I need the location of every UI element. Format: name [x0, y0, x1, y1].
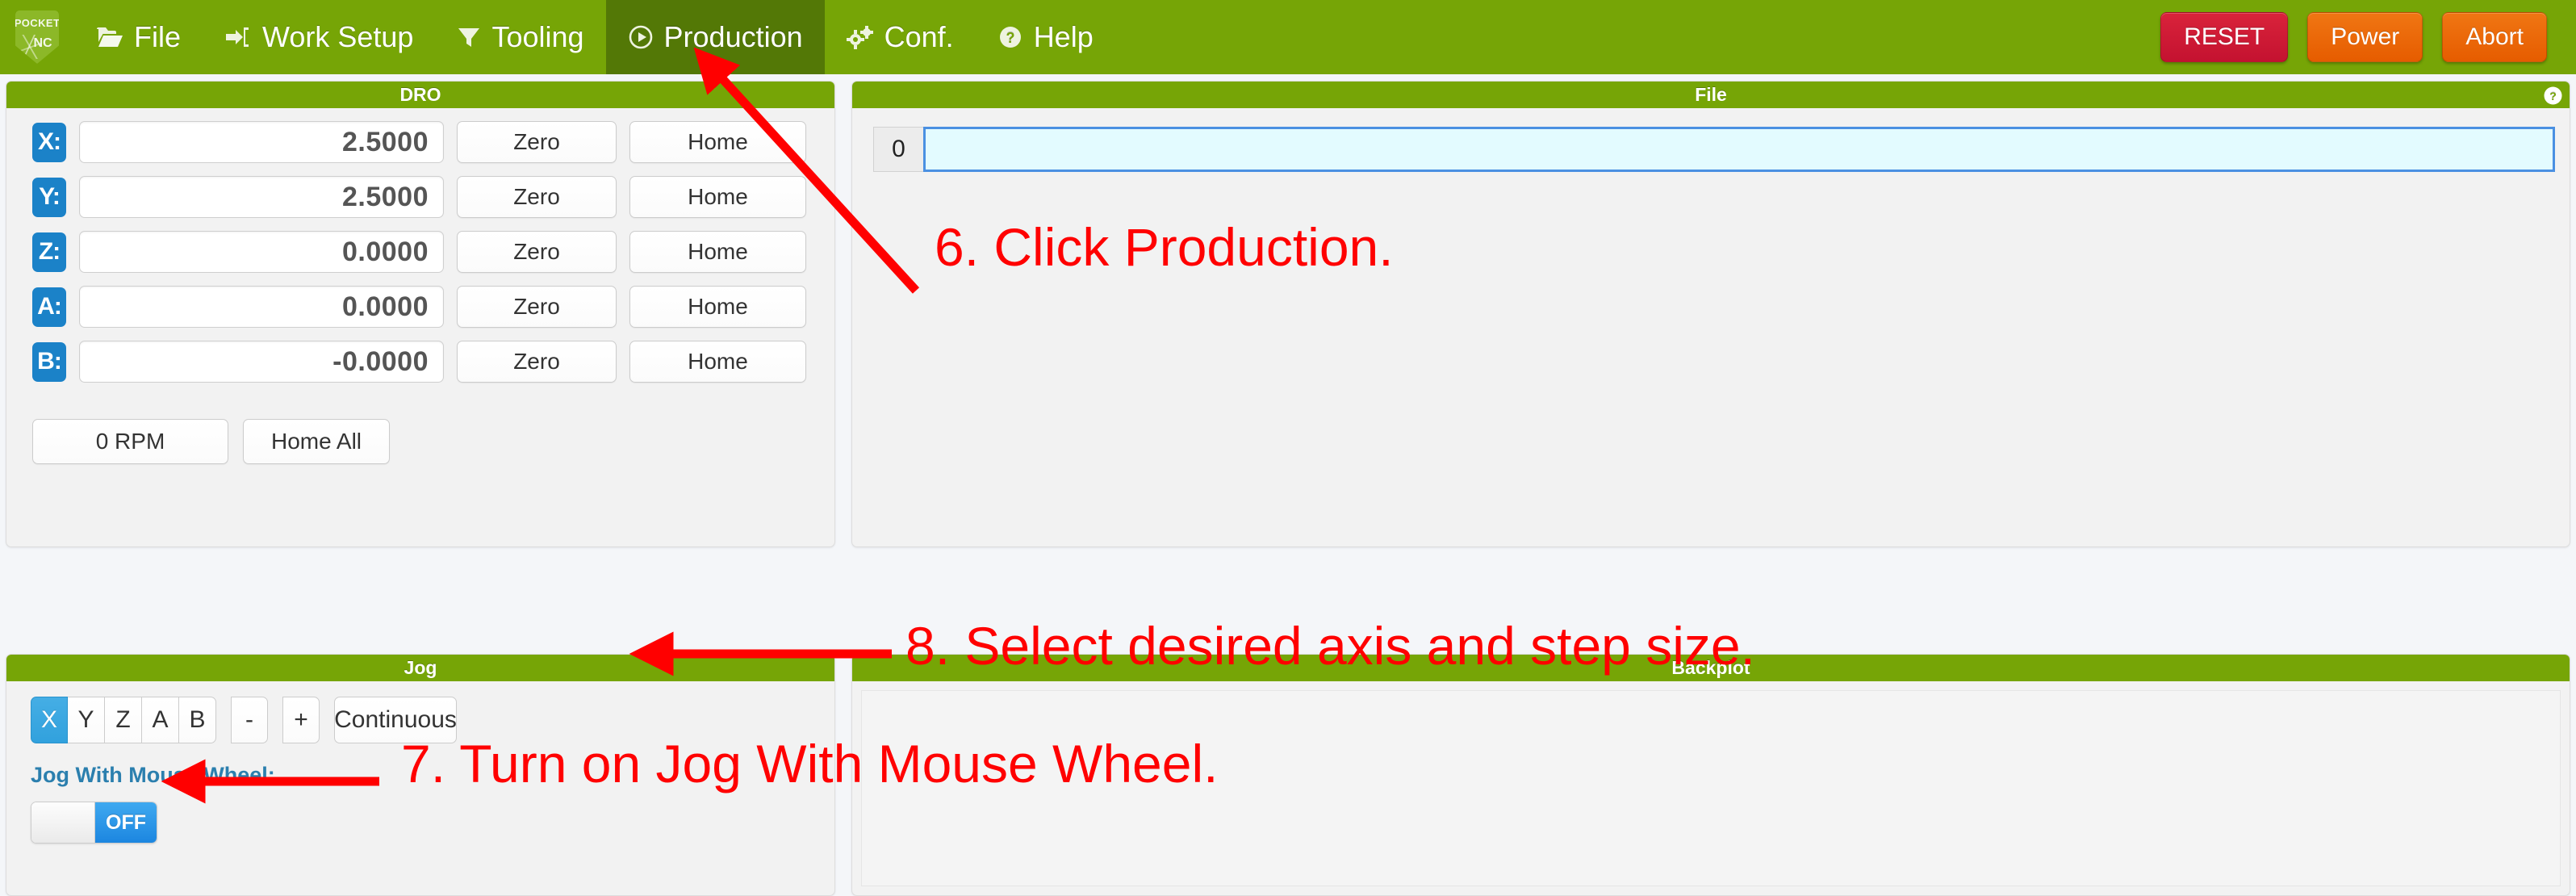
- axis-badge-z: Z:: [32, 232, 66, 272]
- power-button[interactable]: Power: [2307, 12, 2423, 62]
- home-button-b[interactable]: Home: [629, 341, 806, 383]
- axis-badge-y: Y:: [32, 177, 66, 217]
- dro-value-y[interactable]: 2.5000: [79, 176, 444, 218]
- dro-row-x: X: 2.5000 Zero Home: [6, 121, 834, 163]
- logo-line-1: POCKET: [14, 17, 61, 29]
- file-panel-title-text: File: [1695, 84, 1727, 105]
- jog-panel-body: X Y Z A B - + Continuous Jog With Mouse …: [6, 681, 834, 895]
- jog-axis-y[interactable]: Y: [68, 697, 105, 743]
- backplot-panel: Backplot: [851, 654, 2570, 896]
- zero-button-y[interactable]: Zero: [457, 176, 617, 218]
- nav-item-help[interactable]: ? Help: [976, 0, 1115, 74]
- axis-badge-b: B:: [32, 341, 66, 382]
- file-line-input[interactable]: [923, 127, 2555, 172]
- jog-axis-b[interactable]: B: [179, 697, 216, 743]
- nav-item-conf[interactable]: Conf.: [825, 0, 976, 74]
- dro-row-y: Y: 2.5000 Zero Home: [6, 176, 834, 218]
- nav-item-file[interactable]: File: [74, 0, 203, 74]
- toggle-knob: [31, 802, 95, 843]
- nav-label-work-setup: Work Setup: [262, 20, 414, 53]
- zero-button-a[interactable]: Zero: [457, 286, 617, 328]
- sign-in-icon: [224, 25, 252, 49]
- jog-group-gap-2: [268, 697, 282, 743]
- zero-button-b[interactable]: Zero: [457, 341, 617, 383]
- app-logo[interactable]: POCKET NC: [0, 0, 74, 74]
- dro-value-a[interactable]: 0.0000: [79, 286, 444, 328]
- home-button-y[interactable]: Home: [629, 176, 806, 218]
- jog-plus-button[interactable]: +: [282, 697, 320, 743]
- axis-badge-x: X:: [32, 122, 66, 162]
- spindle-rpm-button[interactable]: 0 RPM: [32, 419, 228, 464]
- jog-mouse-wheel-toggle[interactable]: OFF: [31, 802, 157, 844]
- axis-badge-a: A:: [32, 287, 66, 327]
- jog-group-gap-3: [320, 697, 334, 743]
- dro-row-a: A: 0.0000 Zero Home: [6, 286, 834, 328]
- jog-panel: Jog X Y Z A B - + Continuous Jog With Mo…: [6, 654, 835, 896]
- dro-value-x[interactable]: 2.5000: [79, 121, 444, 163]
- home-all-button[interactable]: Home All: [243, 419, 390, 464]
- file-line-row: 0: [873, 127, 2555, 172]
- nav-label-help: Help: [1033, 20, 1094, 53]
- file-panel-title: File ?: [852, 82, 2570, 108]
- dro-footer: 0 RPM Home All: [6, 419, 834, 464]
- jog-axis-button-group: X Y Z A B - + Continuous: [31, 697, 834, 743]
- nav-item-tooling[interactable]: Tooling: [435, 0, 605, 74]
- play-circle-icon: [628, 24, 654, 50]
- filter-icon: [457, 25, 481, 49]
- nav-item-work-setup[interactable]: Work Setup: [203, 0, 435, 74]
- backplot-panel-body: [852, 681, 2570, 895]
- jog-mouse-wheel-label: Jog With Mouse Wheel:: [31, 763, 275, 787]
- svg-text:?: ?: [1006, 30, 1014, 46]
- abort-button[interactable]: Abort: [2442, 12, 2547, 62]
- nav-label-production: Production: [663, 20, 803, 53]
- dro-value-b[interactable]: -0.0000: [79, 341, 444, 383]
- logo-line-2: NC: [33, 36, 52, 50]
- zero-button-x[interactable]: Zero: [457, 121, 617, 163]
- dro-panel-body: X: 2.5000 Zero Home Y: 2.5000 Zero Home …: [6, 108, 834, 546]
- top-navbar: POCKET NC File Work Setup Tooling Produc…: [0, 0, 2576, 74]
- jog-axis-x[interactable]: X: [31, 697, 68, 743]
- reset-button[interactable]: RESET: [2160, 12, 2289, 62]
- nav-label-file: File: [134, 20, 182, 53]
- dro-value-z[interactable]: 0.0000: [79, 231, 444, 273]
- dro-panel-title: DRO: [6, 82, 834, 108]
- jog-axis-z[interactable]: Z: [105, 697, 142, 743]
- backplot-canvas[interactable]: [861, 690, 2561, 886]
- file-panel: File ? 0: [851, 81, 2570, 547]
- gears-icon: [846, 25, 874, 49]
- toggle-state-label: OFF: [95, 802, 157, 843]
- pocket-nc-shield-icon: POCKET NC: [15, 10, 59, 64]
- jog-axis-a[interactable]: A: [142, 697, 179, 743]
- dro-row-b: B: -0.0000 Zero Home: [6, 341, 834, 383]
- question-circle-icon: ?: [997, 24, 1023, 50]
- question-circle-icon[interactable]: ?: [2544, 86, 2562, 105]
- home-button-a[interactable]: Home: [629, 286, 806, 328]
- nav-label-tooling: Tooling: [491, 20, 584, 53]
- home-button-x[interactable]: Home: [629, 121, 806, 163]
- home-button-z[interactable]: Home: [629, 231, 806, 273]
- file-panel-body: 0: [852, 108, 2570, 546]
- jog-group-gap-1: [216, 697, 231, 743]
- nav-item-production[interactable]: Production: [605, 0, 825, 74]
- navbar-actions: RESET Power Abort: [2160, 12, 2576, 62]
- jog-minus-button[interactable]: -: [231, 697, 268, 743]
- backplot-panel-title: Backplot: [852, 655, 2570, 681]
- svg-text:?: ?: [2549, 90, 2557, 103]
- dro-row-z: Z: 0.0000 Zero Home: [6, 231, 834, 273]
- jog-step-mode-button[interactable]: Continuous: [334, 697, 457, 743]
- folder-open-icon: [96, 25, 123, 49]
- nav-label-conf: Conf.: [884, 20, 954, 53]
- file-line-number: 0: [873, 127, 923, 172]
- jog-panel-title: Jog: [6, 655, 834, 681]
- dro-panel: DRO X: 2.5000 Zero Home Y: 2.5000 Zero H…: [6, 81, 835, 547]
- zero-button-z[interactable]: Zero: [457, 231, 617, 273]
- main-content: DRO X: 2.5000 Zero Home Y: 2.5000 Zero H…: [0, 74, 2576, 896]
